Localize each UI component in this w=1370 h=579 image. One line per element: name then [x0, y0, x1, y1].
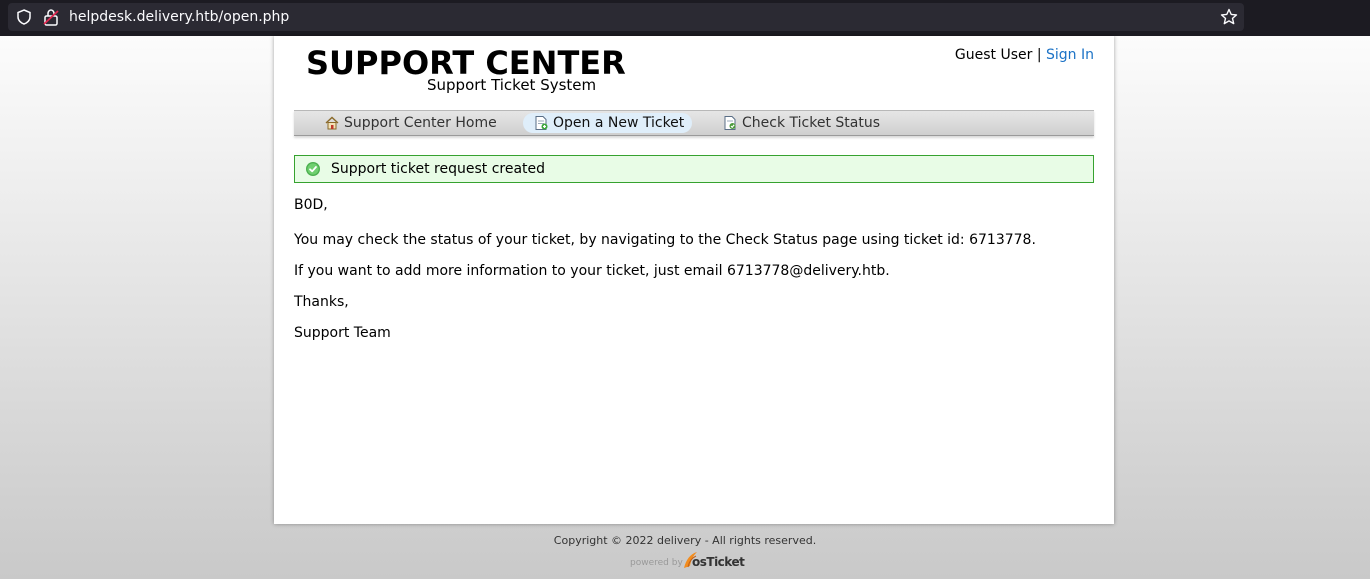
main-nav: Support Center Home Open a New Ticket Ch…	[294, 110, 1094, 136]
ticket-status-icon	[722, 115, 738, 131]
url-text[interactable]: helpdesk.delivery.htb/open.php	[69, 8, 289, 26]
user-info: Guest User | Sign In	[955, 46, 1094, 64]
greeting-text: B0D,	[294, 197, 328, 213]
shield-icon[interactable]	[16, 9, 32, 25]
nav-check-ticket-status[interactable]: Check Ticket Status	[712, 113, 888, 133]
powered-by-label: powered by	[630, 558, 683, 568]
email-instruction-text: If you want to add more information to y…	[294, 263, 890, 279]
guest-user-label: Guest User	[954, 47, 1033, 63]
user-separator: |	[1036, 47, 1042, 63]
signature-text: Support Team	[294, 325, 391, 341]
osticket-brand: osTicket	[692, 555, 745, 569]
new-ticket-icon	[533, 115, 549, 131]
osticket-logo: osTicket	[682, 550, 745, 570]
nav-label: Check Ticket Status	[742, 115, 880, 131]
notice-text: Support ticket request created	[331, 161, 546, 177]
powered-by-osticket[interactable]: powered by osTicket	[630, 550, 745, 570]
bookmark-star-icon[interactable]	[1220, 8, 1238, 26]
status-instruction-text: You may check the status of your ticket,…	[294, 232, 1036, 248]
insecure-lock-icon[interactable]	[43, 8, 59, 26]
home-icon	[324, 115, 340, 131]
nav-support-center-home[interactable]: Support Center Home	[314, 113, 505, 133]
url-bar[interactable]: helpdesk.delivery.htb/open.php	[8, 3, 1244, 31]
nav-label: Open a New Ticket	[553, 115, 685, 131]
footer-copyright: Copyright © 2022 delivery - All rights r…	[553, 534, 817, 547]
page-header: SUPPORT CENTER Support Ticket System Gue…	[274, 36, 1114, 110]
thanks-text: Thanks,	[294, 294, 349, 310]
browser-toolbar: helpdesk.delivery.htb/open.php	[0, 0, 1370, 36]
success-notice: Support ticket request created	[294, 155, 1094, 183]
check-circle-icon	[305, 161, 321, 177]
nav-open-new-ticket[interactable]: Open a New Ticket	[523, 113, 693, 133]
logo-subtitle: Support Ticket System	[427, 76, 597, 94]
page-container: SUPPORT CENTER Support Ticket System Gue…	[274, 36, 1114, 524]
nav-label: Support Center Home	[344, 115, 497, 131]
sign-in-link[interactable]: Sign In	[1046, 47, 1094, 63]
